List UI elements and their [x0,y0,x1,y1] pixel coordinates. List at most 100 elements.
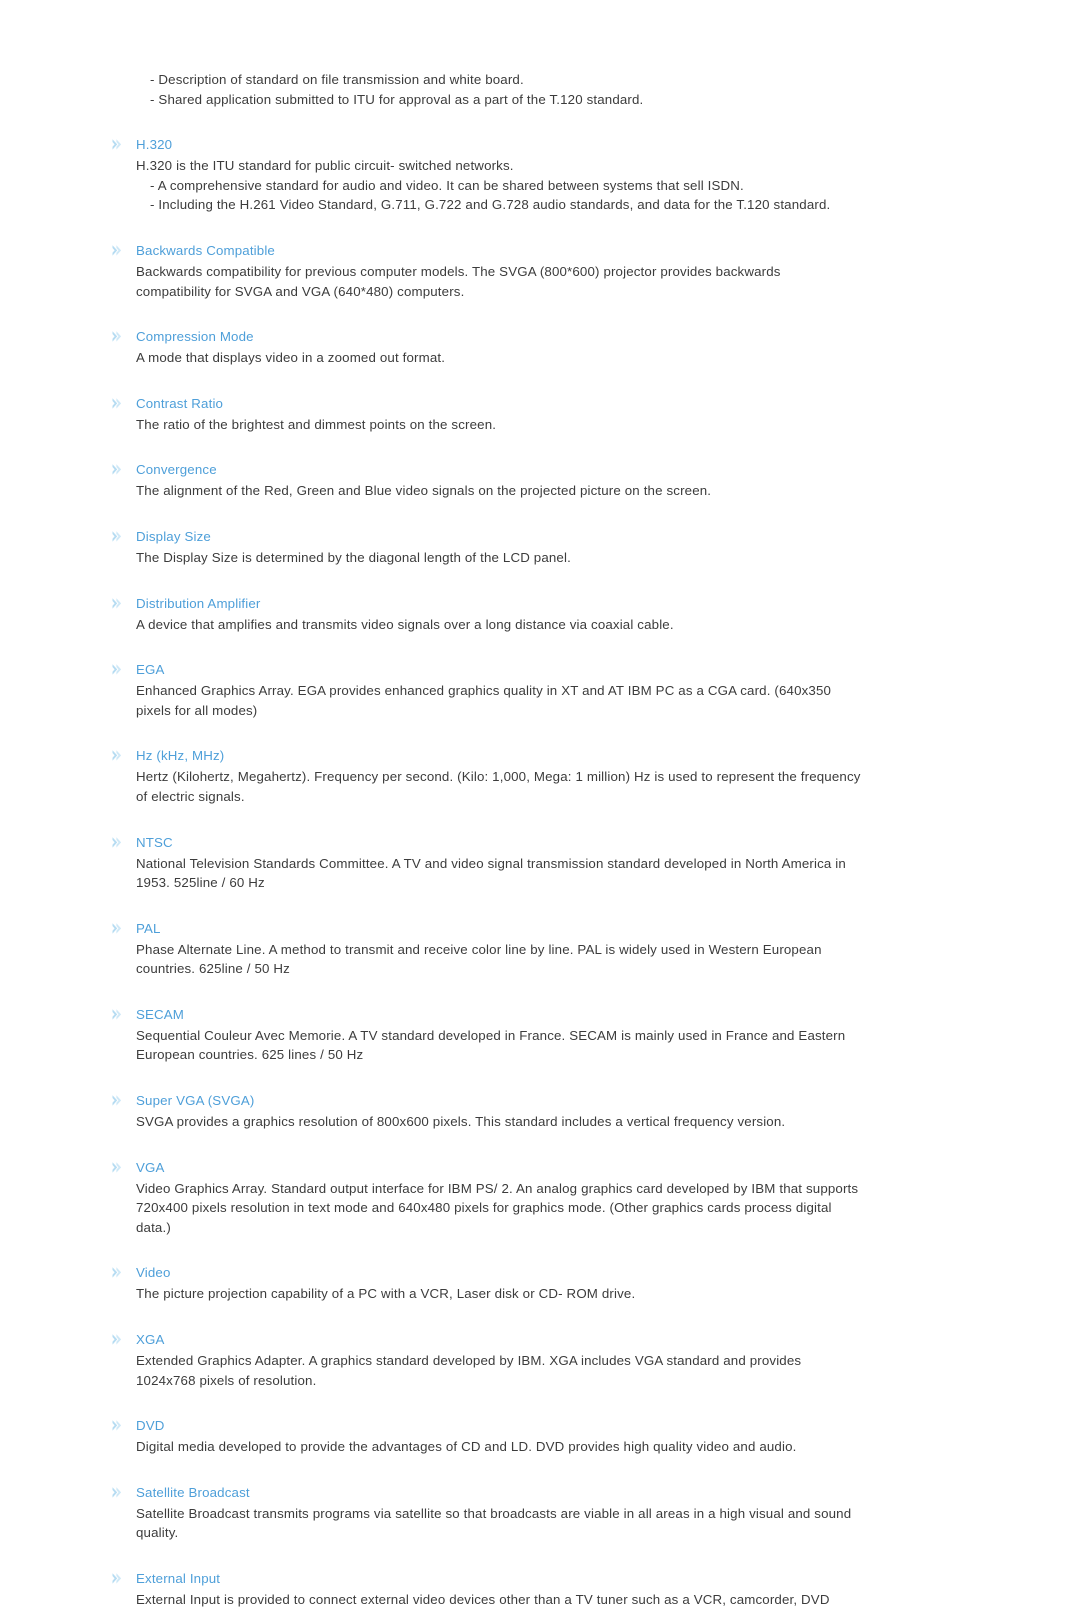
definition-line: The Display Size is determined by the di… [136,549,571,565]
definition-line: Phase Alternate Line. A method to transm… [136,941,822,957]
glossary-section: Contrast Ratio The ratio of the brightest… [112,394,850,435]
double-chevron-right-icon [111,663,124,676]
glossary-term-row: Backwards Compatible [112,241,850,260]
double-chevron-right-icon [111,1266,124,1279]
glossary-section: Compression Mode A mode that displays vid… [112,327,850,368]
glossary-term-row: Hz (kHz, MHz) [112,746,850,765]
double-chevron-right-icon [111,1161,124,1174]
glossary-term[interactable]: XGA [136,1330,850,1349]
glossary-term[interactable]: Display Size [136,527,850,546]
glossary-term-row: NTSC [112,833,850,852]
glossary-section: Display Size The Display Size is determin… [112,527,850,568]
double-chevron-right-icon [111,138,124,151]
definition-line: of electric signals. [136,788,245,804]
glossary-term[interactable]: PAL [136,919,850,938]
glossary-section: Video The picture projection capability o… [112,1263,850,1304]
double-chevron-right-icon [111,330,124,343]
glossary-definition: Backwards compatibility for previous com… [122,262,836,301]
glossary-definition: External Input is provided to connect ex… [122,1590,836,1610]
glossary-term-row: SECAM [112,1005,850,1024]
glossary-term[interactable]: H.320 [136,135,850,154]
definition-line: quality. [136,1525,179,1541]
glossary-section: VGA Video Graphics Array. Standard output… [112,1158,859,1238]
definition-line: Sequential Couleur Avec Memorie. A TV st… [136,1027,846,1043]
list-item: - Including the H.261 Video Standard, G.… [150,197,831,213]
glossary-term[interactable]: Contrast Ratio [136,394,850,413]
definition-line: A device that amplifies and transmits vi… [136,616,674,632]
double-chevron-right-icon [111,463,124,476]
definition-line: Backwards compatibility for previous com… [136,263,781,279]
definition-line: European countries. 625 lines / 50 Hz [136,1047,364,1063]
glossary-term[interactable]: Hz (kHz, MHz) [136,746,850,765]
intro-dash-list: - Description of standard on file transm… [122,70,850,109]
glossary-term-row: External Input [112,1569,850,1588]
glossary-definition: SVGA provides a graphics resolution of 8… [122,1112,836,1132]
definition-line: data.) [136,1219,171,1235]
glossary-section: H.320 H.320 is the ITU standard for publi… [112,135,850,215]
glossary-definition: Video Graphics Array. Standard output in… [122,1179,859,1238]
glossary-term-row: Contrast Ratio [112,394,850,413]
glossary-term-row: Compression Mode [112,327,850,346]
double-chevron-right-icon [111,1008,124,1021]
glossary-term[interactable]: Compression Mode [136,327,850,346]
glossary-section: Convergence The alignment of the Red, Gre… [112,460,850,501]
glossary-section: SECAM Sequential Couleur Avec Memorie. A … [112,1005,850,1065]
glossary-term[interactable]: Super VGA (SVGA) [136,1091,850,1110]
definition-line: 720x400 pixels resolution in text mode a… [136,1200,832,1216]
glossary-term[interactable]: External Input [136,1569,850,1588]
definition-line: A mode that displays video in a zoomed o… [136,350,446,366]
definition-line: The ratio of the brightest and dimmest p… [136,416,497,432]
glossary-term[interactable]: EGA [136,660,850,679]
glossary-definition: Extended Graphics Adapter. A graphics st… [122,1351,836,1390]
glossary-term[interactable]: Distribution Amplifier [136,594,850,613]
glossary-term[interactable]: VGA [136,1158,850,1177]
glossary-term-row: H.320 [112,135,850,154]
glossary-term[interactable]: Convergence [136,460,850,479]
definition-line: The picture projection capability of a P… [136,1286,636,1302]
glossary-definition: National Television Standards Committee.… [122,854,846,893]
double-chevron-right-icon [111,749,124,762]
double-chevron-right-icon [111,397,124,410]
glossary-section: XGA Extended Graphics Adapter. A graphics… [112,1330,850,1390]
definition-line: 1024x768 pixels of resolution. [136,1372,317,1388]
double-chevron-right-icon [111,244,124,257]
definition-line: pixels for all modes) [136,702,258,718]
glossary-term-row: Super VGA (SVGA) [112,1091,850,1110]
glossary-term[interactable]: NTSC [136,833,850,852]
definition-line: compatibility for SVGA and VGA (640*480)… [136,283,465,299]
double-chevron-right-icon [111,1419,124,1432]
glossary-definition: The Display Size is determined by the di… [122,548,836,568]
definition-line: countries. 625line / 50 Hz [136,961,290,977]
list-item: - A comprehensive standard for audio and… [150,177,744,193]
glossary-definition: Hertz (Kilohertz, Megahertz). Frequency … [122,767,860,806]
glossary-definition: H.320 is the ITU standard for public cir… [136,158,514,174]
double-chevron-right-icon [111,1333,124,1346]
definition-line: SVGA provides a graphics resolution of 8… [136,1114,786,1130]
definition-line: Video Graphics Array. Standard output in… [136,1180,859,1196]
glossary-definition: A mode that displays video in a zoomed o… [122,348,836,368]
glossary-term[interactable]: SECAM [136,1005,850,1024]
glossary-term-row: Satellite Broadcast [112,1483,850,1502]
definition-line: 1953. 525line / 60 Hz [136,875,265,891]
list-item: - Description of standard on file transm… [150,72,524,87]
glossary-definition: Satellite Broadcast transmits programs v… [122,1504,852,1543]
glossary-definition: Enhanced Graphics Array. EGA provides en… [122,681,836,720]
glossary-section: Super VGA (SVGA) SVGA provides a graphics… [112,1091,850,1132]
glossary-term[interactable]: DVD [136,1416,850,1435]
glossary-term-row: Distribution Amplifier [112,594,850,613]
glossary-term-row: PAL [112,919,850,938]
definition-line: Satellite Broadcast transmits programs v… [136,1505,852,1521]
glossary-section: Distribution Amplifier A device that ampl… [112,594,850,635]
glossary-term[interactable]: Backwards Compatible [136,241,850,260]
double-chevron-right-icon [111,836,124,849]
glossary-term[interactable]: Video [136,1263,850,1282]
glossary-section: PAL Phase Alternate Line. A method to tra… [112,919,850,979]
glossary-section: DVD Digital media developed to provide th… [112,1416,850,1457]
definition-sub-list: - A comprehensive standard for audio and… [122,176,850,215]
double-chevron-right-icon [111,1486,124,1499]
glossary-term[interactable]: Satellite Broadcast [136,1483,850,1502]
definition-line: The alignment of the Red, Green and Blue… [136,483,712,499]
glossary-term-row: Convergence [112,460,850,479]
double-chevron-right-icon [111,922,124,935]
double-chevron-right-icon [111,597,124,610]
